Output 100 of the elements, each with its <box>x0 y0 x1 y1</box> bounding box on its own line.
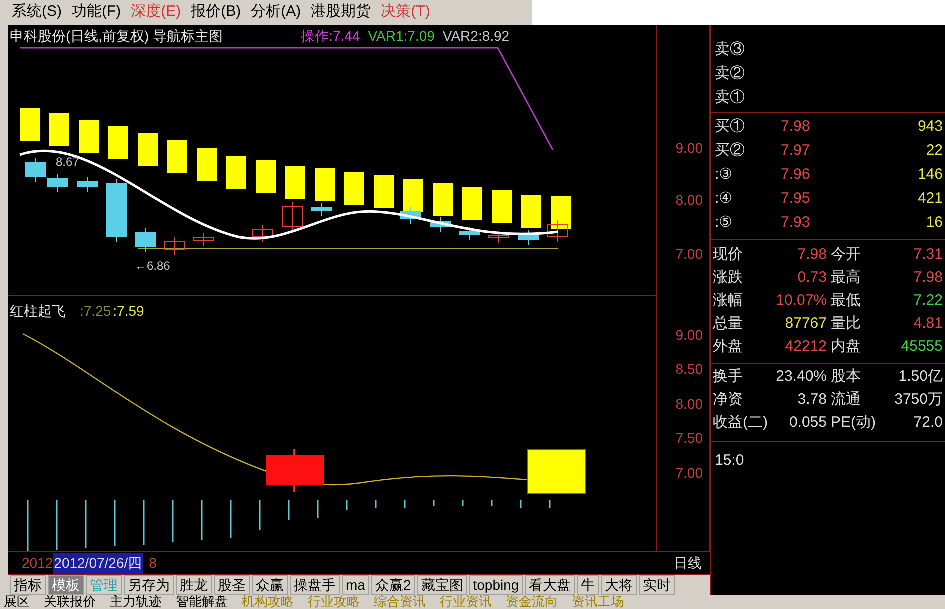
order-label: 卖③ <box>714 40 746 60</box>
link-tab[interactable]: 主力轨迹 <box>106 595 166 609</box>
period-label: 日线 <box>674 554 702 572</box>
date-label: 2012 <box>21 554 54 572</box>
order-label: :⑤ <box>714 212 734 233</box>
tab[interactable]: ma <box>342 575 370 595</box>
quote-label: 涨幅 <box>712 291 744 312</box>
candlestick <box>488 230 510 244</box>
indicator-block <box>197 148 217 181</box>
tab[interactable]: 众赢 <box>252 575 288 595</box>
bid-volume: 146 <box>918 164 944 185</box>
candlestick <box>194 232 214 246</box>
date-suffix: 8 <box>148 554 157 572</box>
bid-volume: 22 <box>926 140 944 161</box>
indicator-title: 红柱起飞 <box>10 302 66 320</box>
quote-label: 总量 <box>712 314 744 334</box>
candlestick <box>430 216 452 232</box>
quote-value: 42212 <box>784 337 827 358</box>
tab[interactable]: 大将 <box>601 575 638 595</box>
bid-price: 7.93 <box>781 212 812 233</box>
quote-label: 今开 <box>830 245 862 266</box>
menu-item[interactable]: 报价(B) <box>191 1 242 24</box>
indicator-block <box>492 190 512 223</box>
quote-label: 流通 <box>830 390 862 410</box>
order-label: 卖② <box>714 64 746 84</box>
signal-block <box>528 450 586 494</box>
menu-item[interactable]: 功能(F) <box>72 1 122 24</box>
tab[interactable]: 指标 <box>10 575 46 595</box>
indicator-block <box>50 113 70 146</box>
quote-label: 外盘 <box>712 337 744 358</box>
order-label: 卖① <box>714 88 746 108</box>
bid-price: 7.95 <box>781 188 812 209</box>
candlestick <box>78 176 98 192</box>
price-annotation: ←6.86 <box>135 258 170 275</box>
axis-tick-label: 8.00 <box>676 191 703 210</box>
indicator-block <box>315 168 335 201</box>
quote-label: 最高 <box>830 268 862 288</box>
tab[interactable]: 操盘手 <box>290 575 340 595</box>
menu-item[interactable]: 分析(A) <box>251 1 302 24</box>
quote-label: 涨跌 <box>712 268 744 288</box>
bid-volume: 943 <box>918 116 944 137</box>
quote-value: 45555 <box>901 337 944 358</box>
link-tab[interactable]: 展区 <box>0 595 34 609</box>
link-tab[interactable]: 智能解盘 <box>172 595 232 609</box>
indicator-block <box>404 179 424 212</box>
axis-tick-label: 9.00 <box>676 139 703 158</box>
tab[interactable]: 模板 <box>48 575 84 595</box>
tab[interactable]: 股圣 <box>214 575 250 595</box>
indicator-block <box>168 140 188 173</box>
quote-value: 0.055 <box>788 413 827 434</box>
tab[interactable]: 另存为 <box>124 575 174 595</box>
price-annotation: 8.67 <box>56 154 80 171</box>
menu-item[interactable]: 港股期货 <box>311 1 372 24</box>
candlestick <box>548 220 568 242</box>
bid-price: 7.97 <box>781 140 812 161</box>
indicator-block <box>256 160 276 193</box>
quote-value: 3.78 <box>796 390 827 410</box>
candlestick <box>282 202 304 232</box>
date-cursor: 2012/07/26/四 <box>53 552 144 574</box>
tab[interactable]: 看大盘 <box>525 575 576 595</box>
quote-label: 净资 <box>712 390 744 410</box>
indicator-block <box>522 195 542 228</box>
indicator-block <box>551 196 571 229</box>
indicator-block <box>433 183 453 216</box>
link-tab[interactable]: 关联报价 <box>40 595 100 609</box>
bid-price: 7.98 <box>781 116 812 137</box>
indicator-block <box>20 108 40 141</box>
quote-label: 收益(二) <box>712 413 769 434</box>
bid-volume: 16 <box>926 212 944 233</box>
candlestick <box>164 236 186 256</box>
candlestick <box>312 202 332 216</box>
order-label: :③ <box>714 164 734 185</box>
tab[interactable]: 众赢2 <box>371 575 416 595</box>
menu-item[interactable]: 系统(S) <box>12 1 62 24</box>
indicator-block <box>138 133 158 166</box>
indicator-block <box>344 172 364 205</box>
axis-tick-label: 7.00 <box>676 245 703 264</box>
quote-label: 量比 <box>830 314 862 334</box>
bid-price: 7.96 <box>781 164 812 185</box>
indicator-value: :7.25 <box>80 302 112 320</box>
indicator-value: VAR1:7.09 <box>368 26 435 46</box>
order-label: :④ <box>714 188 734 209</box>
axis-tick-label: 9.00 <box>676 326 703 345</box>
indicator-block <box>462 187 482 220</box>
quote-label: 最低 <box>830 291 862 312</box>
axis-tick-label: 7.50 <box>676 429 703 448</box>
tab[interactable]: 藏宝图 <box>417 575 468 595</box>
time-label: 15:0 <box>714 451 746 471</box>
tab[interactable]: 胜龙 <box>176 575 212 595</box>
quote-label: PE(动) <box>830 413 877 434</box>
candlestick <box>26 158 46 182</box>
quote-label: 股本 <box>830 367 862 388</box>
quote-value: 10.07% <box>775 291 827 312</box>
chart-title: 申科股份(日线,前复权) 导航标主图 <box>10 26 224 46</box>
candlestick <box>518 230 540 246</box>
quote-label: 现价 <box>712 245 744 266</box>
tab[interactable]: 牛 <box>577 575 600 595</box>
order-label: 买② <box>714 140 746 161</box>
tab[interactable]: topbing <box>469 575 524 595</box>
tab[interactable]: 实时 <box>639 575 676 595</box>
